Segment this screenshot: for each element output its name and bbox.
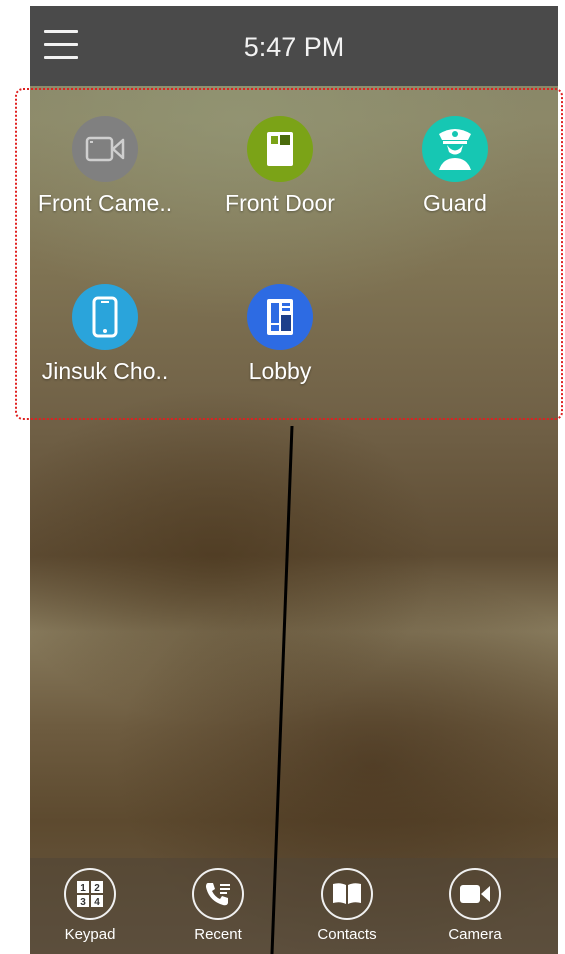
keypad-key: 1 bbox=[80, 883, 86, 894]
tab-label: Contacts bbox=[317, 926, 377, 943]
keypad-key: 2 bbox=[94, 883, 100, 894]
favorite-guard[interactable]: Guard bbox=[380, 116, 530, 217]
status-time: 5:47 PM bbox=[243, 32, 345, 62]
door-station-icon bbox=[247, 116, 313, 182]
top-bar: 5:47 PM bbox=[30, 6, 558, 86]
favorite-front-camera[interactable]: Front Came.. bbox=[30, 116, 180, 217]
favorite-label: Jinsuk Cho.. bbox=[41, 358, 169, 384]
keypad-key: 4 bbox=[94, 897, 100, 908]
lobby-panel-icon bbox=[247, 284, 313, 350]
favorite-jinsuk-cho[interactable]: Jinsuk Cho.. bbox=[30, 284, 180, 385]
video-camera-icon bbox=[449, 868, 501, 920]
keypad-key: 3 bbox=[80, 897, 86, 908]
video-camera-icon bbox=[72, 116, 138, 182]
contacts-book-icon bbox=[321, 868, 373, 920]
tab-recent[interactable]: Recent bbox=[168, 868, 268, 943]
favorite-label: Guard bbox=[423, 190, 487, 216]
bottom-tab-bar: 1 2 3 4 Keypad Recent Contacts Camera bbox=[30, 858, 558, 954]
favorites-grid: Front Came.. Front Door Guard Jinsuk Cho… bbox=[30, 86, 558, 426]
app-screen: 5:47 PM Front Came.. Front Door Guard Ji… bbox=[30, 6, 558, 954]
tab-label: Camera bbox=[448, 926, 502, 943]
favorite-front-door[interactable]: Front Door bbox=[205, 116, 355, 217]
tab-contacts[interactable]: Contacts bbox=[297, 868, 397, 943]
tab-camera[interactable]: Camera bbox=[425, 868, 525, 943]
tab-label: Keypad bbox=[64, 926, 116, 943]
tab-label: Recent bbox=[194, 926, 242, 943]
favorite-label: Front Came.. bbox=[37, 190, 173, 216]
keypad-icon: 1 2 3 4 bbox=[64, 868, 116, 920]
favorite-label: Lobby bbox=[248, 358, 312, 384]
smartphone-icon bbox=[72, 284, 138, 350]
tab-keypad[interactable]: 1 2 3 4 Keypad bbox=[40, 868, 140, 943]
favorite-label: Front Door bbox=[225, 190, 335, 216]
favorite-lobby[interactable]: Lobby bbox=[205, 284, 355, 385]
guard-icon bbox=[422, 116, 488, 182]
recent-calls-icon bbox=[192, 868, 244, 920]
